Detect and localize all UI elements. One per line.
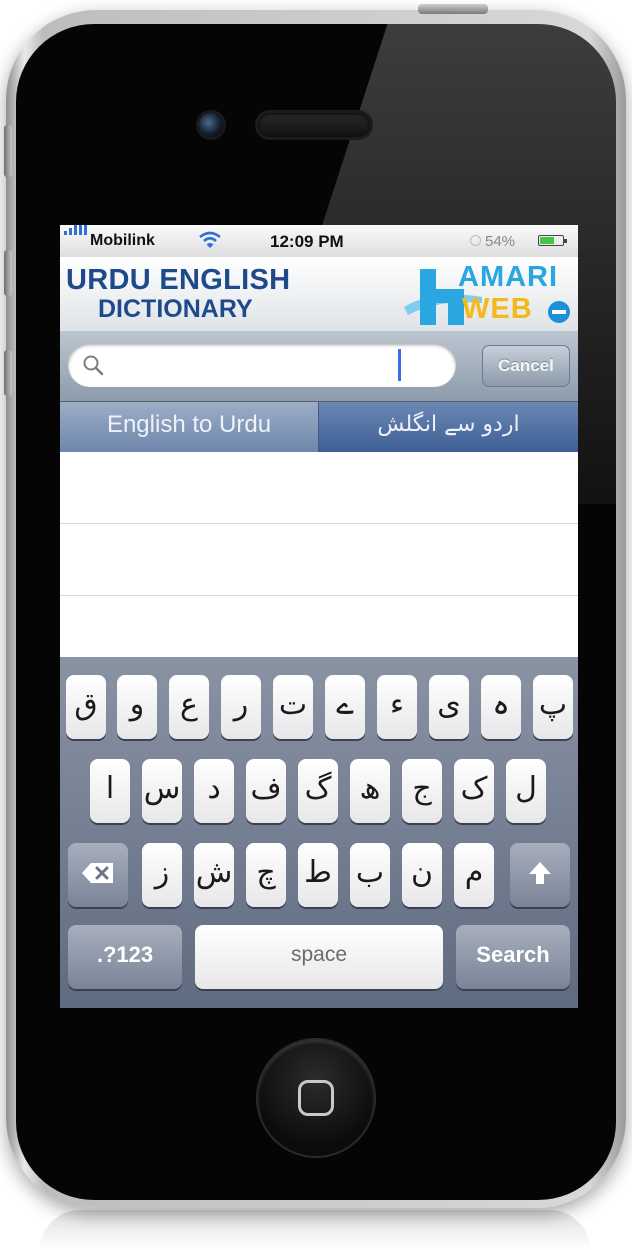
- key-bari-ye[interactable]: ے: [325, 675, 365, 739]
- shift-arrow-icon: [529, 862, 551, 884]
- app-header: URDU ENGLISH DICTIONARY AMARI WEB: [60, 257, 578, 331]
- key-meem[interactable]: م: [454, 843, 494, 907]
- list-item[interactable]: [60, 524, 578, 596]
- search-input[interactable]: [112, 349, 446, 383]
- battery-percent: 54%: [485, 233, 516, 250]
- logo-text-web: WEB: [462, 293, 533, 325]
- backspace-button[interactable]: [68, 843, 128, 907]
- shift-button[interactable]: [510, 843, 570, 907]
- screen: Mobilink 12:09 PM 54% URDU ENGLISH DICTI…: [60, 225, 578, 1008]
- tab-english-to-urdu[interactable]: English to Urdu: [60, 402, 319, 452]
- key-gol-hay[interactable]: ہ: [481, 675, 521, 739]
- key-laam[interactable]: ل: [506, 759, 546, 823]
- logo-dot-icon: [548, 301, 570, 323]
- numbers-mode-button[interactable]: .?123: [68, 925, 182, 989]
- search-key[interactable]: Search: [456, 925, 570, 989]
- direction-tabs: English to Urdu اردو سے انگلش: [60, 402, 578, 452]
- volume-down-button: [4, 350, 12, 396]
- earpiece-speaker: [258, 113, 370, 137]
- key-chay[interactable]: چ: [246, 843, 286, 907]
- key-seen[interactable]: س: [142, 759, 182, 823]
- status-bar: Mobilink 12:09 PM 54%: [60, 225, 578, 257]
- text-caret: [398, 349, 401, 381]
- key-jeem[interactable]: ج: [402, 759, 442, 823]
- key-ray[interactable]: ر: [221, 675, 261, 739]
- search-icon: [82, 354, 104, 381]
- results-list: [60, 452, 578, 668]
- cancel-button[interactable]: Cancel: [482, 345, 570, 387]
- backspace-icon: [82, 863, 113, 883]
- key-zay[interactable]: ز: [142, 843, 182, 907]
- key-daal[interactable]: د: [194, 759, 234, 823]
- urdu-keyboard: ق و ع ر ت ے ء ی ہ پ ا س د ف گ ھ ج ک ل ز …: [60, 657, 578, 1008]
- key-sheen[interactable]: ش: [194, 843, 234, 907]
- key-qaf[interactable]: ق: [66, 675, 106, 739]
- key-hamza[interactable]: ء: [377, 675, 417, 739]
- key-toay[interactable]: ط: [298, 843, 338, 907]
- key-pay[interactable]: پ: [533, 675, 573, 739]
- home-button[interactable]: [258, 1040, 374, 1156]
- app-title-line1: URDU ENGLISH: [66, 264, 291, 296]
- list-item[interactable]: [60, 452, 578, 524]
- key-fay[interactable]: ف: [246, 759, 286, 823]
- key-gaaf[interactable]: گ: [298, 759, 338, 823]
- sync-icon: [470, 235, 481, 246]
- search-field[interactable]: [68, 343, 456, 387]
- logo-text-amari: AMARI: [458, 261, 559, 293]
- phone-reflection: [40, 1210, 590, 1250]
- space-bar[interactable]: space: [195, 925, 443, 989]
- power-button: [418, 4, 488, 14]
- key-do-chashmi-hay[interactable]: ھ: [350, 759, 390, 823]
- key-wao[interactable]: و: [117, 675, 157, 739]
- front-camera: [199, 113, 223, 137]
- key-choti-ye[interactable]: ی: [429, 675, 469, 739]
- status-time: 12:09 PM: [270, 232, 344, 251]
- battery-icon: [538, 235, 567, 246]
- key-kaaf[interactable]: ک: [454, 759, 494, 823]
- volume-up-button: [4, 250, 12, 296]
- tab-urdu-to-english[interactable]: اردو سے انگلش: [319, 402, 578, 452]
- hamariweb-logo: AMARI WEB: [372, 261, 578, 329]
- key-bay[interactable]: ب: [350, 843, 390, 907]
- wifi-icon: [198, 231, 222, 254]
- key-tay[interactable]: ت: [273, 675, 313, 739]
- key-noon[interactable]: ن: [402, 843, 442, 907]
- mute-switch: [4, 125, 12, 177]
- app-title-line2: DICTIONARY: [98, 295, 253, 323]
- home-square-icon: [298, 1080, 334, 1116]
- key-alif[interactable]: ا: [90, 759, 130, 823]
- carrier-name: Mobilink: [90, 232, 155, 249]
- key-ain[interactable]: ع: [169, 675, 209, 739]
- search-bar: Cancel: [60, 331, 578, 402]
